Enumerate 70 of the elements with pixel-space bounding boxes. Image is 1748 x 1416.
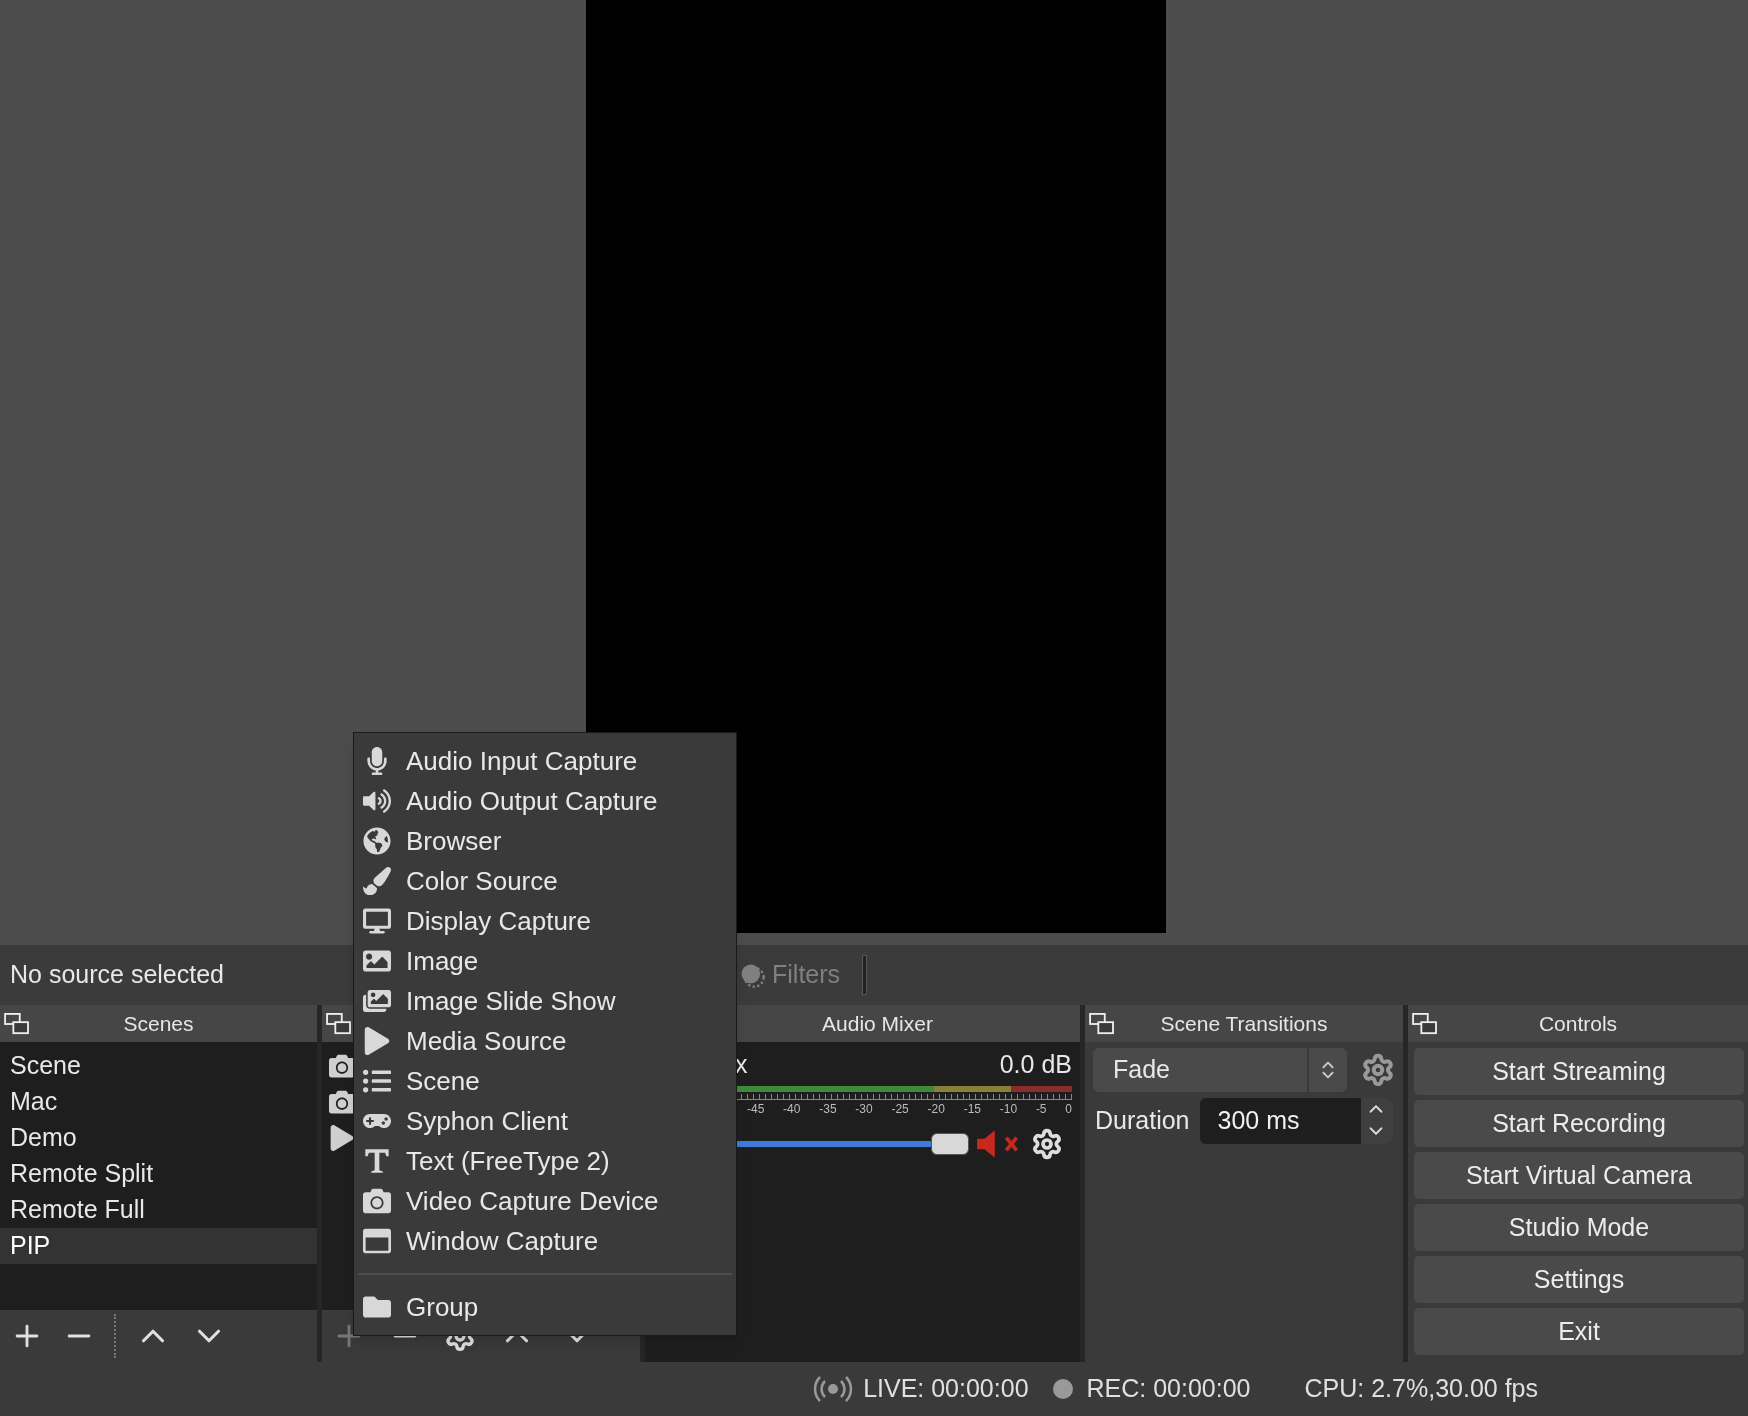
menu-item[interactable]: Browser [354,821,736,861]
menu-item[interactable]: Group [354,1287,736,1327]
menu-item[interactable]: Video Capture Device [354,1181,736,1221]
menu-item[interactable]: Text (FreeType 2) [354,1141,736,1181]
control-button[interactable]: Studio Mode [1414,1204,1744,1251]
window-icon [363,1227,391,1255]
dock-title: Controls [1537,1010,1619,1037]
text-icon [363,1147,391,1175]
list-row[interactable]: Scene [0,1048,317,1084]
paintbrush-icon [363,867,391,895]
menu-item[interactable]: Audio Input Capture [354,741,736,781]
dock-title: Scenes [122,1010,195,1037]
duration-label: Duration [1095,1105,1190,1137]
control-button[interactable]: Exit [1414,1308,1744,1355]
menu-item[interactable]: Window Capture [354,1221,736,1261]
dock-title: Scene Transitions [1159,1010,1329,1037]
control-button[interactable]: Settings [1414,1256,1744,1303]
menu-item[interactable]: Display Capture [354,901,736,941]
list-row[interactable]: PIP [0,1228,317,1264]
menu-item[interactable]: Scene [354,1061,736,1101]
list-icon [363,1067,391,1095]
control-button[interactable]: Start Streaming [1414,1048,1744,1095]
scale-label: 0 [1065,1101,1072,1118]
monitor-icon [363,907,391,935]
broadcast-icon [813,1375,854,1403]
float-windows-icon[interactable] [326,1012,352,1035]
play-icon [328,1125,356,1151]
duration-field[interactable]: 300 ms [1199,1098,1393,1144]
globe-icon [363,827,391,855]
menu-item[interactable]: Image [354,941,736,981]
scale-label: -5 [1035,1101,1047,1118]
volume-slider[interactable] [735,1133,969,1155]
scale-label: -25 [891,1101,909,1118]
menu-item[interactable]: Color Source [354,861,736,901]
camera-icon [328,1053,356,1079]
slider-thumb[interactable] [931,1133,969,1155]
channel-name: x [735,1049,748,1081]
control-button[interactable]: Start Virtual Camera [1414,1152,1744,1199]
scale-label: -10 [999,1101,1018,1118]
scale-label: -40 [783,1101,801,1118]
menu-item[interactable]: Image Slide Show [354,981,736,1021]
menu-item[interactable]: Audio Output Capture [354,781,736,821]
control-button[interactable]: Start Recording [1414,1100,1744,1147]
source-status-label: No source selected [10,960,224,989]
list-row[interactable]: Remote Split [0,1156,317,1192]
menu-item[interactable]: Syphon Client [354,1101,736,1141]
float-windows-icon[interactable] [1089,1012,1115,1035]
speaker-icon [363,787,391,815]
menu-item[interactable]: Media Source [354,1021,736,1061]
scale-label: -30 [855,1101,873,1118]
list-row[interactable]: Mac [0,1084,317,1120]
list-row[interactable]: Remote Full [0,1192,317,1228]
rec-timer: REC: 00:00:00 [1086,1373,1251,1405]
play-icon [363,1027,391,1055]
float-windows-icon[interactable] [1412,1012,1438,1035]
scale-label: -45 [747,1101,765,1118]
volume-reading: 0.0 dB [999,1049,1072,1081]
camera-icon [363,1187,391,1215]
settings-icon[interactable] [1031,1128,1063,1160]
live-timer: LIVE: 00:00:00 [863,1373,1029,1405]
float-windows-icon[interactable] [4,1012,30,1035]
cpu-status: CPU: 2.7%,30.00 fps [1304,1373,1538,1405]
transition-select[interactable]: Fade [1093,1048,1347,1092]
scale-label: -15 [963,1101,981,1118]
dock-title: Audio Mixer [822,1010,933,1037]
scale-label: -35 [819,1101,837,1118]
scale-label: -20 [927,1101,945,1118]
camera-icon [328,1089,356,1115]
list-row[interactable]: Demo [0,1120,317,1156]
images-icon [363,987,391,1015]
